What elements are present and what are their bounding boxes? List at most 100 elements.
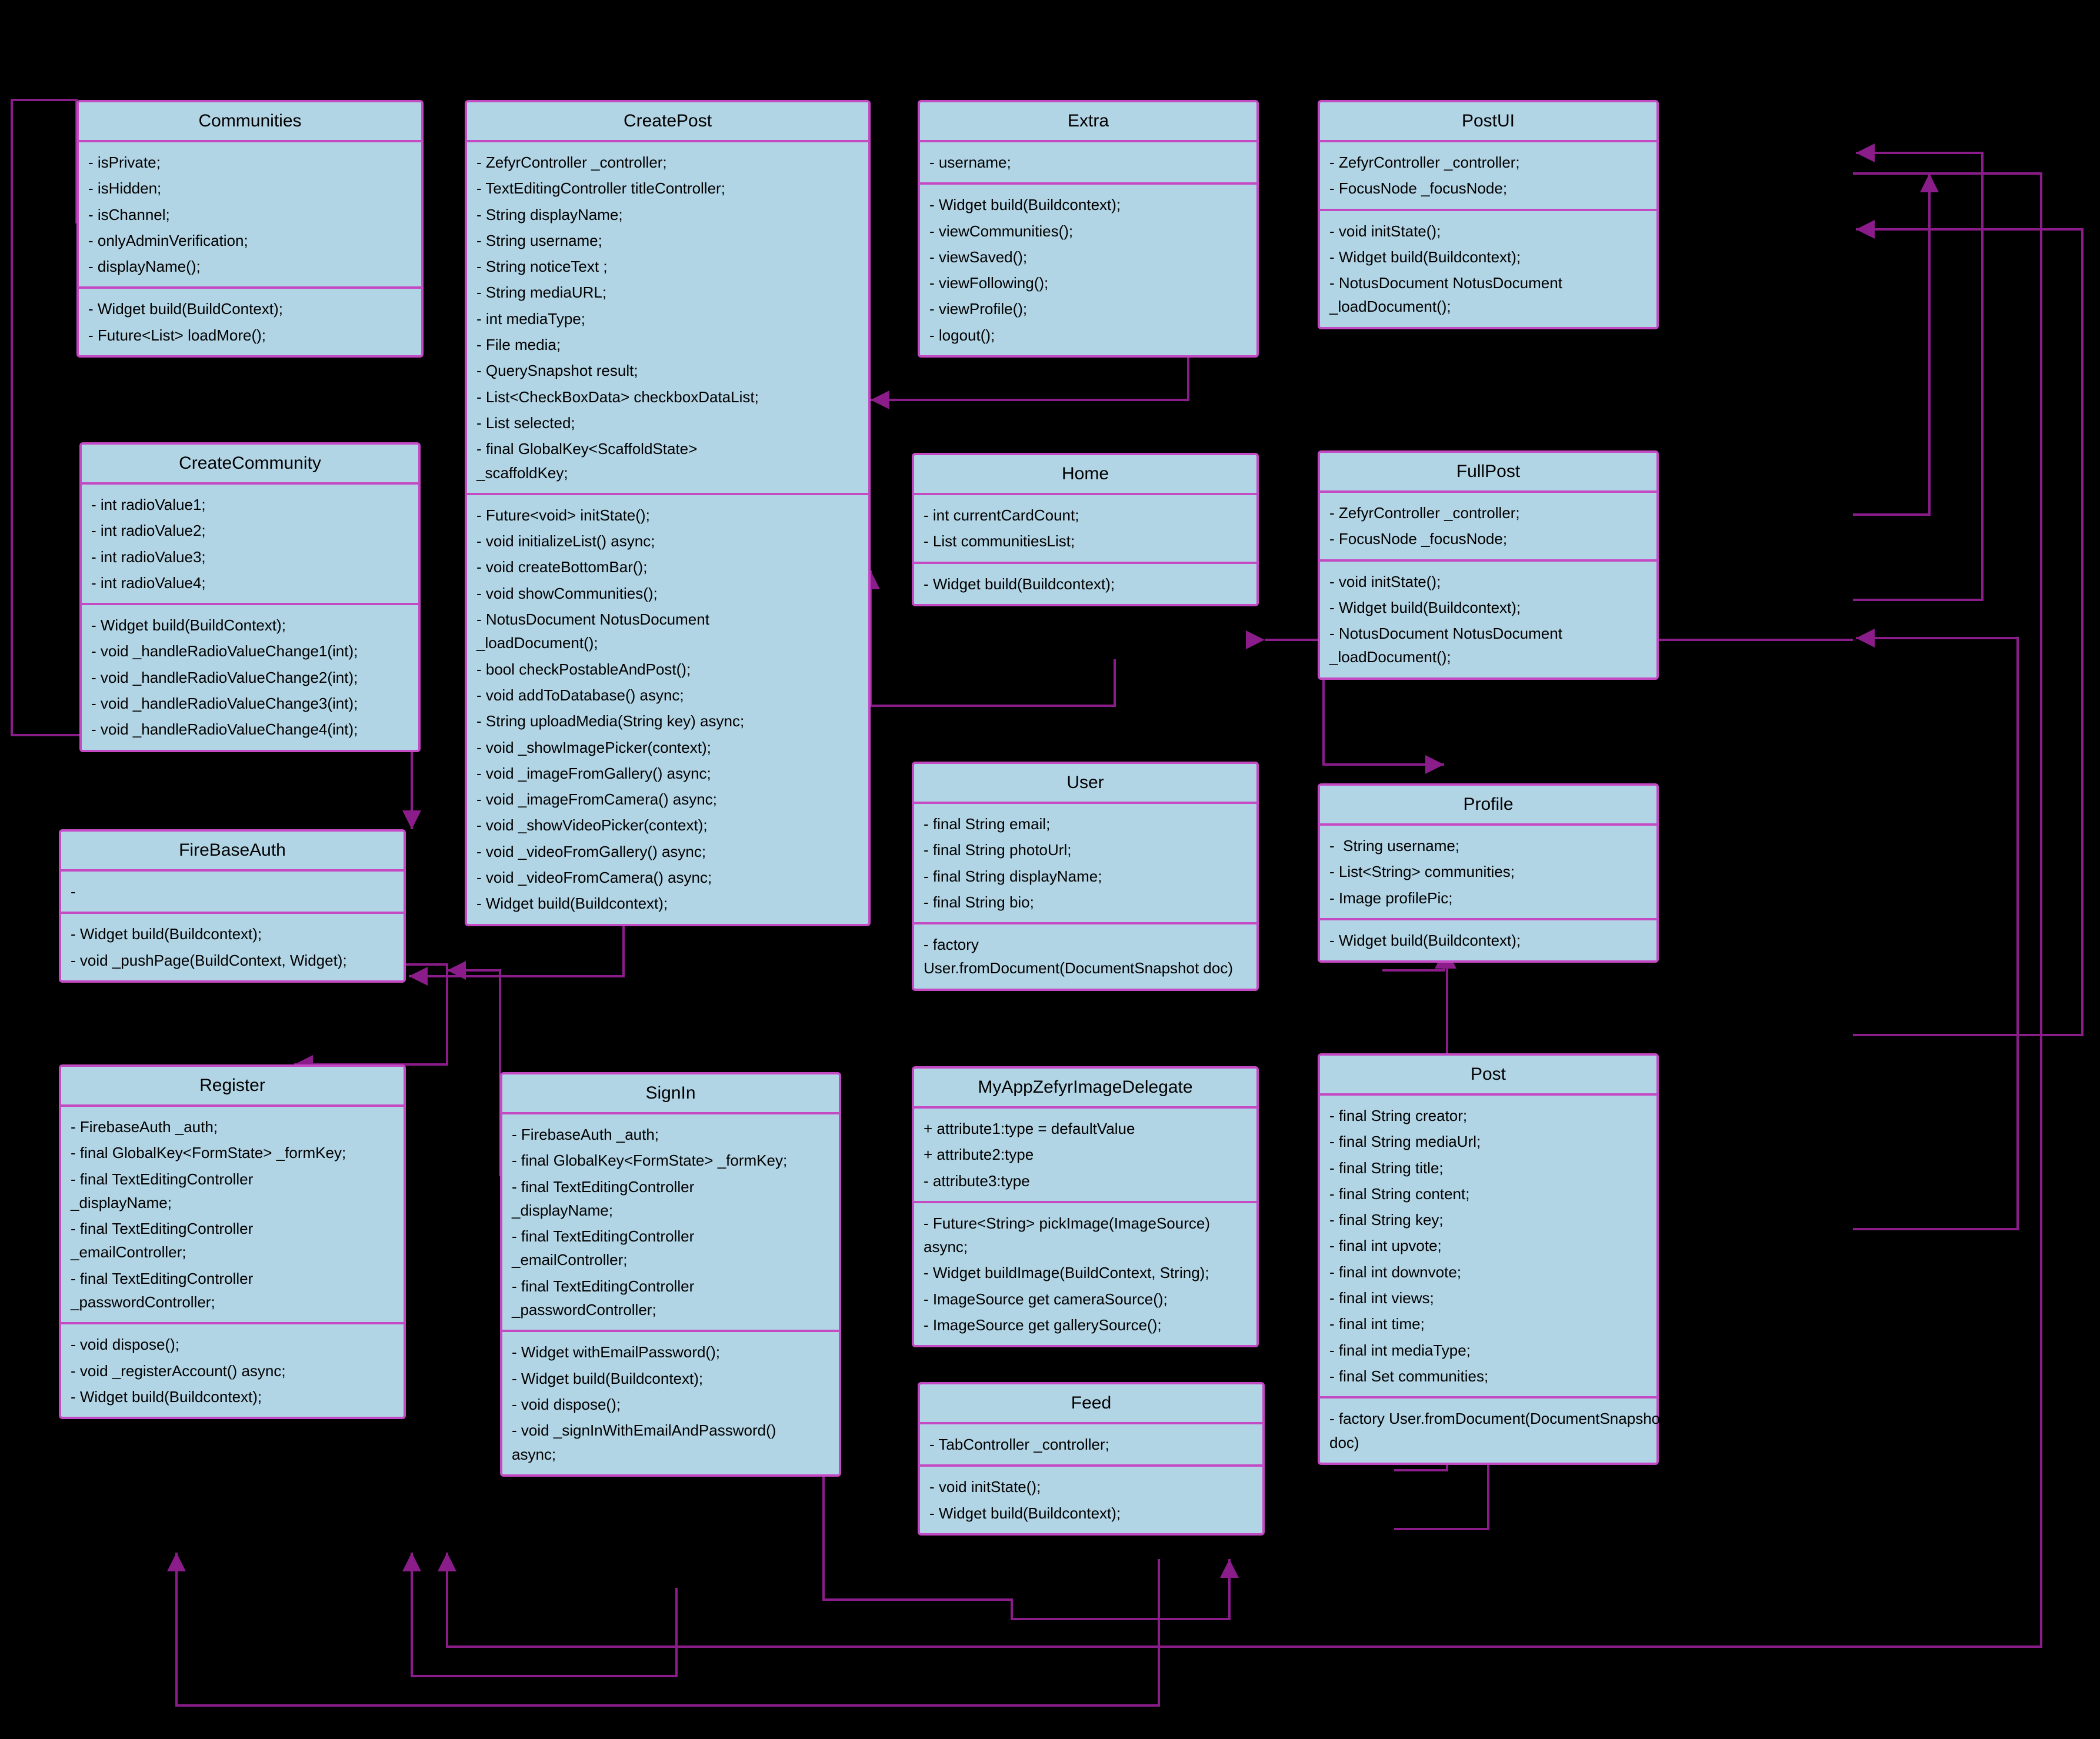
operations-section: - Widget build(Buildcontext);- void _pus… [61, 914, 404, 980]
attribute-line: - int radioValue3; [91, 544, 409, 570]
operation-line: - logout(); [929, 322, 1247, 348]
attributes-section: - final String creator;- final String me… [1320, 1096, 1656, 1398]
attributes-section: - username; [920, 142, 1256, 185]
attributes-section: - FirebaseAuth _auth;- final GlobalKey<F… [61, 1107, 404, 1324]
class-box-extra[interactable]: Extra- username;- Widget build(Buildcont… [918, 100, 1259, 358]
operations-section: - Future<String> pickImage(ImageSource) … [914, 1203, 1256, 1345]
operation-line: - void _handleRadioValueChange3(int); [91, 690, 409, 716]
attributes-section: - int currentCardCount;- List communitie… [914, 495, 1256, 564]
class-box-postui[interactable]: PostUI- ZefyrController _controller;- Fo… [1318, 100, 1659, 329]
attribute-line: - final String photoUrl; [924, 837, 1247, 863]
attribute-line: - List<String> communities; [1329, 859, 1647, 884]
class-box-myappzefyrimagedelegate[interactable]: MyAppZefyrImageDelegate+ attribute1:type… [912, 1066, 1259, 1347]
class-title: Post [1320, 1056, 1656, 1096]
attribute-line: - final int views; [1329, 1285, 1647, 1311]
operations-section: - void initState();- Widget build(Buildc… [1320, 211, 1656, 327]
class-title: Feed [920, 1384, 1262, 1424]
operation-line: - void _imageFromCamera() async; [476, 786, 859, 812]
class-box-signin[interactable]: SignIn- FirebaseAuth _auth;- final Globa… [500, 1072, 841, 1477]
operations-section: - Widget build(Buildcontext); [1320, 920, 1656, 960]
operation-line: - Widget build(Buildcontext); [1329, 927, 1647, 953]
class-box-register[interactable]: Register- FirebaseAuth _auth;- final Glo… [59, 1064, 406, 1419]
attributes-section: - ZefyrController _controller;- TextEdit… [467, 142, 868, 495]
attribute-line: - final TextEditingController _passwordC… [71, 1266, 394, 1316]
operation-line: - void _pushPage(BuildContext, Widget); [71, 947, 394, 973]
attribute-line: - String mediaURL; [476, 279, 859, 305]
attribute-line: - final int time; [1329, 1311, 1647, 1337]
operation-line: - viewProfile(); [929, 296, 1247, 322]
operations-section: - Widget build(BuildContext);- void _han… [82, 605, 418, 749]
operation-line: - void initState(); [1329, 569, 1647, 595]
attribute-line: - final int upvote; [1329, 1233, 1647, 1259]
operation-line: - Widget build(BuildContext); [91, 612, 409, 638]
attributes-section: - ZefyrController _controller;- FocusNod… [1320, 493, 1656, 562]
attribute-line: - int currentCardCount; [924, 502, 1247, 528]
operation-line: - NotusDocument NotusDocument _loadDocum… [1329, 270, 1647, 320]
operation-line: - void _videoFromGallery() async; [476, 839, 859, 865]
operation-line: - viewCommunities(); [929, 218, 1247, 244]
class-title: MyAppZefyrImageDelegate [914, 1069, 1256, 1109]
attribute-line: - int radioValue1; [91, 492, 409, 518]
operations-section: - Widget build(BuildContext);- Future<Li… [79, 289, 421, 355]
attribute-line: - final GlobalKey<FormState> _formKey; [71, 1140, 394, 1166]
operation-line: - Widget build(Buildcontext); [476, 890, 859, 916]
attributes-section: + attribute1:type = defaultValue+ attrib… [914, 1109, 1256, 1203]
attribute-line: - int radioValue2; [91, 518, 409, 543]
operation-line: - Widget build(Buildcontext); [1329, 595, 1647, 620]
class-box-feed[interactable]: Feed - TabController _controller; - void i… [918, 1382, 1265, 1536]
operation-line: - void _handleRadioValueChange4(int); [91, 716, 409, 742]
attribute-line: - String username; [476, 228, 859, 253]
attributes-section: - TabController _controller; [920, 1424, 1262, 1467]
class-box-fullpost[interactable]: FullPost- ZefyrController _controller;- … [1318, 450, 1659, 680]
operations-section: - void dispose();- void _registerAccount… [61, 1324, 404, 1417]
class-box-user[interactable]: User- final String email;- final String … [912, 762, 1259, 991]
attribute-line: - FirebaseAuth _auth; [71, 1114, 394, 1140]
attribute-line: - final Set communities; [1329, 1363, 1647, 1389]
class-box-createpost[interactable]: CreatePost- ZefyrController _controller;… [465, 100, 871, 926]
attribute-line: - final String title; [1329, 1155, 1647, 1181]
operations-section: - Future<void> initState();- void initia… [467, 495, 868, 924]
attribute-line: - isChannel; [88, 202, 412, 228]
operation-line: - void createBottomBar(); [476, 554, 859, 580]
class-box-post[interactable]: Post- final String creator;- final Strin… [1318, 1053, 1659, 1465]
attribute-line: - QuerySnapshot result; [476, 358, 859, 383]
attribute-line: - String displayName; [476, 202, 859, 228]
attribute-line: - final GlobalKey<FormState> _formKey; [512, 1147, 829, 1173]
attribute-line: - TabController _controller; [929, 1431, 1253, 1457]
attribute-line: - final TextEditingController _displayNa… [71, 1166, 394, 1216]
class-title: Register [61, 1067, 404, 1107]
operation-line: - factory User.fromDocument(DocumentSnap… [1329, 1406, 1647, 1456]
operation-line: - Widget build(BuildContext); [88, 296, 412, 322]
operation-line: - void _registerAccount() async; [71, 1358, 394, 1384]
class-box-firebaseauth[interactable]: FireBaseAuth- - Widget build(Buildcontex… [59, 829, 406, 983]
attributes-section: - ZefyrController _controller;- FocusNod… [1320, 142, 1656, 211]
class-box-profile[interactable]: Profile- String username;- List<String> … [1318, 783, 1659, 963]
operation-line: - Widget build(Buildcontext); [512, 1366, 829, 1391]
class-title: FullPost [1320, 453, 1656, 493]
operations-section: - void initState();- Widget build(Buildc… [1320, 562, 1656, 677]
attribute-line: - int radioValue4; [91, 570, 409, 596]
operation-line: - Widget build(Buildcontext); [1329, 244, 1647, 270]
attribute-line: - displayName(); [88, 253, 412, 279]
operation-line: - void addToDatabase() async; [476, 682, 859, 708]
operation-line: - Widget build(Buildcontext); [929, 192, 1247, 218]
operation-line: - void initState(); [929, 1474, 1253, 1500]
attributes-section: - FirebaseAuth _auth;- final GlobalKey<F… [502, 1114, 839, 1332]
class-box-home[interactable]: Home- int currentCardCount;- List commun… [912, 453, 1259, 606]
operation-line: - void _handleRadioValueChange1(int); [91, 638, 409, 664]
operation-line: - ImageSource get cameraSource(); [924, 1286, 1247, 1312]
operations-section: - Widget withEmailPassword();- Widget bu… [502, 1332, 839, 1474]
operations-section: - Widget build(Buildcontext); [914, 564, 1256, 604]
class-box-createcommunity[interactable]: CreateCommunity- int radioValue1;- int r… [79, 442, 421, 752]
class-title: CreatePost [467, 102, 868, 142]
operation-line: - Future<String> pickImage(ImageSource) … [924, 1210, 1247, 1260]
attribute-line: - Image profilePic; [1329, 885, 1647, 911]
operation-line: - Widget buildImage(BuildContext, String… [924, 1260, 1247, 1286]
attributes-section: - [61, 872, 404, 914]
attribute-line: - isPrivate; [88, 149, 412, 175]
attribute-line: - final String mediaUrl; [1329, 1129, 1647, 1154]
attribute-line: - final String content; [1329, 1181, 1647, 1207]
class-box-communities[interactable]: Communities- isPrivate;- isHidden;- isCh… [76, 100, 424, 358]
attribute-line: - final TextEditingController _displayNa… [512, 1174, 829, 1224]
attribute-line: - List selected; [476, 410, 859, 436]
